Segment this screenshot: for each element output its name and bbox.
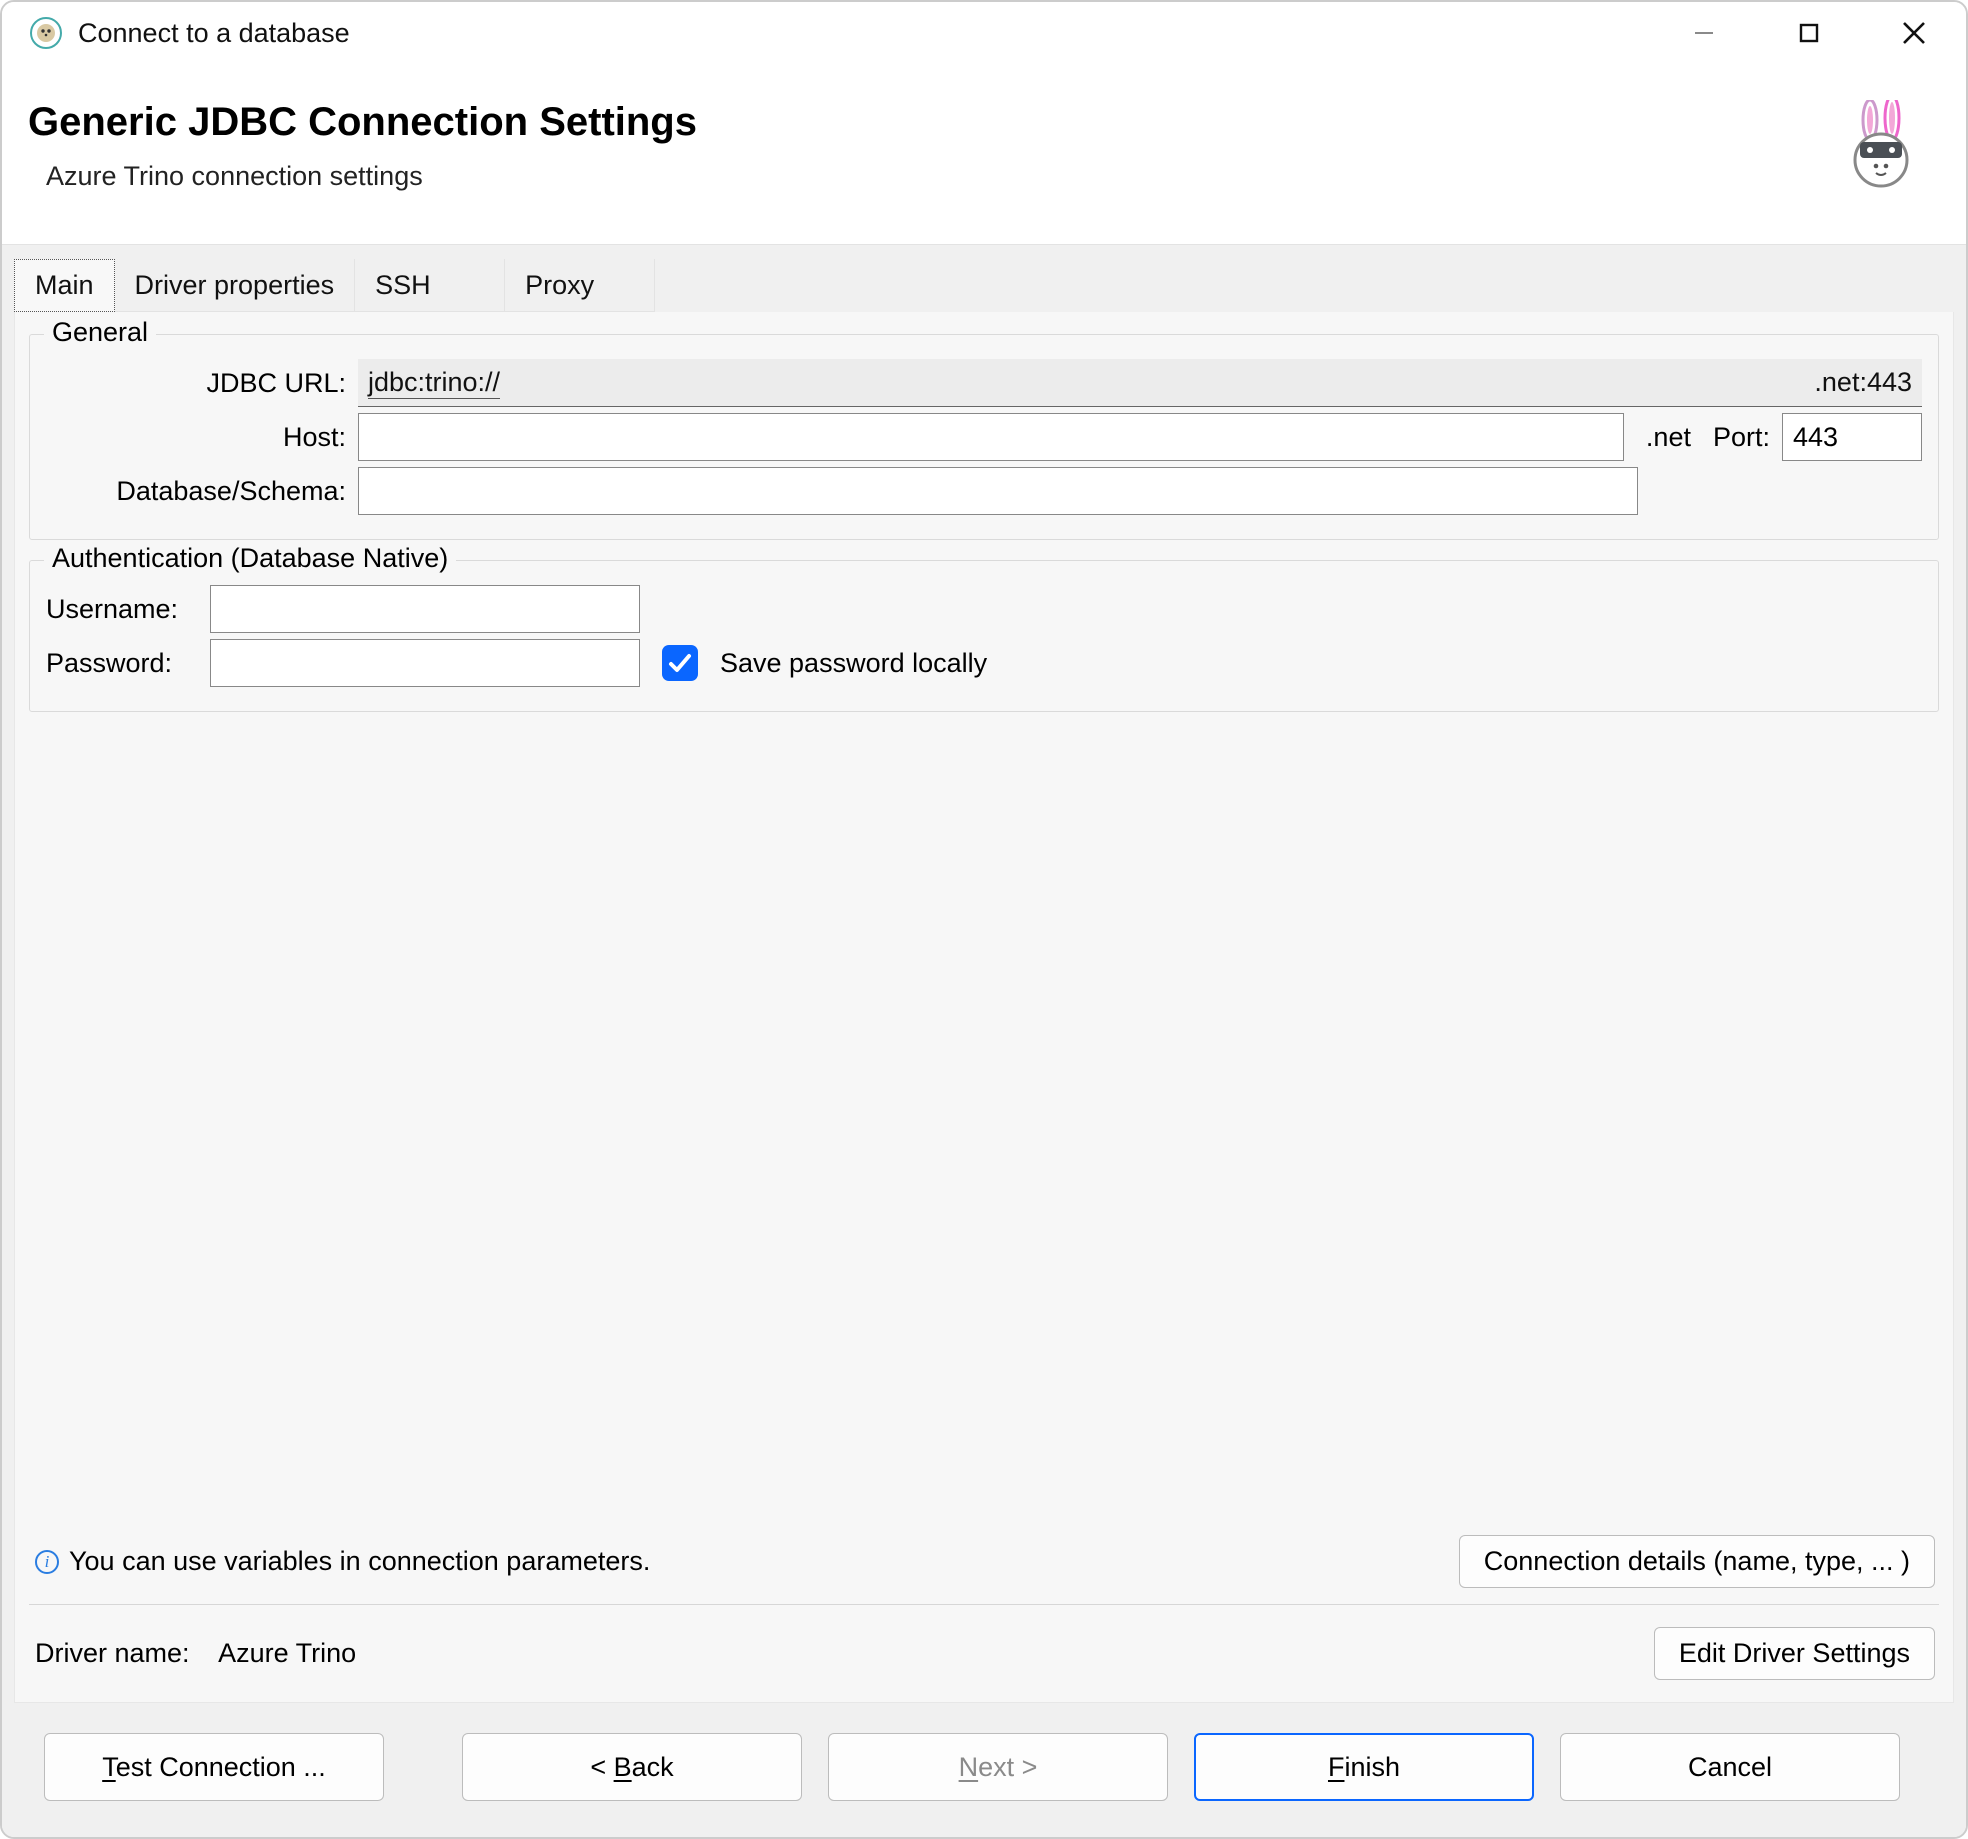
dialog-window: Connect to a database Generic JDBC Conne… bbox=[0, 0, 1968, 1839]
window-title: Connect to a database bbox=[78, 18, 350, 49]
main-tab-panel: General JDBC URL: jdbc:trino:// .net:443… bbox=[14, 312, 1954, 1703]
save-password-checkbox[interactable] bbox=[662, 645, 698, 681]
maximize-button[interactable] bbox=[1756, 2, 1861, 64]
info-row: i You can use variables in connection pa… bbox=[29, 1527, 1939, 1605]
host-label: Host: bbox=[46, 422, 346, 453]
header-panel: Generic JDBC Connection Settings Azure T… bbox=[2, 64, 1966, 244]
body-area: Main Driver properties SSH Proxy General… bbox=[2, 244, 1966, 1837]
password-input[interactable] bbox=[210, 639, 640, 687]
driver-row: Driver name: Azure Trino Edit Driver Set… bbox=[29, 1613, 1939, 1692]
info-icon: i bbox=[35, 1550, 59, 1574]
tab-driver-properties[interactable]: Driver properties bbox=[115, 259, 356, 312]
title-bar: Connect to a database bbox=[2, 2, 1966, 64]
dbschema-label: Database/Schema: bbox=[46, 476, 346, 507]
back-button[interactable]: < Back bbox=[462, 1733, 802, 1801]
group-general-title: General bbox=[44, 317, 156, 348]
driver-name-value: Azure Trino bbox=[218, 1638, 356, 1668]
info-hint: You can use variables in connection para… bbox=[69, 1546, 650, 1577]
test-connection-rest: est Connection ... bbox=[116, 1752, 326, 1782]
host-input[interactable] bbox=[358, 413, 1624, 461]
username-input[interactable] bbox=[210, 585, 640, 633]
app-icon bbox=[28, 15, 64, 51]
finish-button[interactable]: Finish bbox=[1194, 1733, 1534, 1801]
wizard-footer: Test Connection ... < Back Next > Finish… bbox=[14, 1703, 1954, 1837]
page-title: Generic JDBC Connection Settings bbox=[28, 100, 697, 145]
tab-main[interactable]: Main bbox=[14, 259, 115, 312]
close-button[interactable] bbox=[1861, 2, 1966, 64]
edit-driver-settings-button[interactable]: Edit Driver Settings bbox=[1654, 1627, 1935, 1680]
jdbc-url-display: jdbc:trino:// .net:443 bbox=[358, 359, 1922, 407]
username-label: Username: bbox=[46, 594, 198, 625]
group-authentication: Authentication (Database Native) Usernam… bbox=[29, 560, 1939, 712]
next-button[interactable]: Next > bbox=[828, 1733, 1168, 1801]
mascot-icon bbox=[1836, 100, 1926, 190]
jdbc-url-label: JDBC URL: bbox=[46, 368, 346, 399]
password-label: Password: bbox=[46, 648, 198, 679]
group-general: General JDBC URL: jdbc:trino:// .net:443… bbox=[29, 334, 1939, 540]
group-authentication-title: Authentication (Database Native) bbox=[44, 543, 456, 574]
minimize-button[interactable] bbox=[1651, 2, 1756, 64]
page-subtitle: Azure Trino connection settings bbox=[46, 161, 697, 192]
test-connection-button[interactable]: Test Connection ... bbox=[44, 1733, 384, 1801]
jdbc-url-right: .net:443 bbox=[1814, 367, 1912, 398]
cancel-button[interactable]: Cancel bbox=[1560, 1733, 1900, 1801]
port-label: Port: bbox=[1713, 422, 1770, 453]
tab-bar: Main Driver properties SSH Proxy bbox=[14, 259, 1954, 312]
port-input[interactable] bbox=[1782, 413, 1922, 461]
host-suffix: .net bbox=[1636, 422, 1701, 453]
connection-details-button[interactable]: Connection details (name, type, ... ) bbox=[1459, 1535, 1935, 1588]
tab-ssh[interactable]: SSH bbox=[355, 259, 505, 312]
save-password-label: Save password locally bbox=[720, 648, 987, 679]
dbschema-input[interactable] bbox=[358, 467, 1638, 515]
driver-name-label: Driver name: bbox=[35, 1638, 190, 1668]
tab-proxy[interactable]: Proxy bbox=[505, 259, 655, 312]
jdbc-url-left: jdbc:trino:// bbox=[368, 367, 500, 399]
